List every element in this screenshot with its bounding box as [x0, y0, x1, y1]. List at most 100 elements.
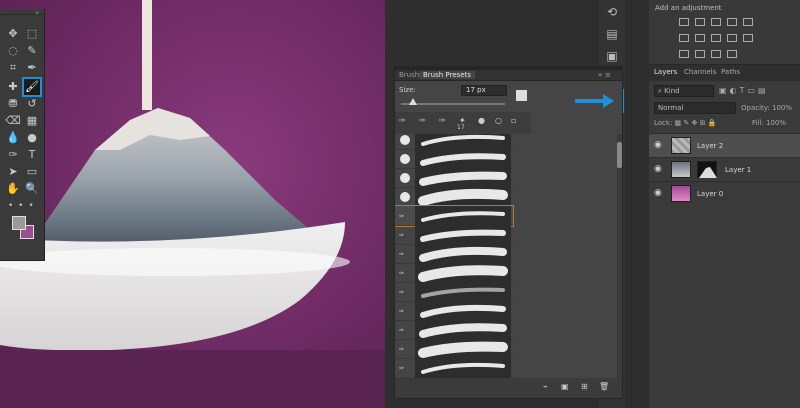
- panel-menu-icon[interactable]: ≡: [601, 71, 615, 79]
- square-brush-icon[interactable]: ▫: [511, 116, 516, 125]
- brush-preset-row[interactable]: ✑: [395, 282, 513, 302]
- scrollbar-thumb[interactable]: [617, 142, 622, 168]
- type-icon[interactable]: T: [24, 147, 40, 163]
- brush-preset-row[interactable]: ✑: [395, 320, 513, 340]
- layer-row-0[interactable]: ◉ Layer 0: [649, 181, 800, 205]
- vibrance-icon[interactable]: [743, 18, 753, 26]
- channel-mixer-icon[interactable]: [743, 34, 753, 42]
- blur-icon[interactable]: 💧: [5, 130, 21, 146]
- quick-select-icon[interactable]: ✎: [24, 43, 40, 59]
- brush-icon[interactable]: 🖌: [22, 77, 42, 97]
- crop-icon[interactable]: ⌗: [5, 60, 21, 76]
- brush-tip-icon[interactable]: ✑: [399, 116, 406, 125]
- foreground-color-swatch[interactable]: [12, 216, 26, 230]
- new-preset-button[interactable]: [516, 90, 527, 101]
- brush-stroke-preview: [415, 263, 511, 283]
- properties-icon[interactable]: ▤: [604, 26, 620, 42]
- more-tools-icon[interactable]: • • •: [8, 201, 35, 211]
- move-icon[interactable]: ✥: [5, 26, 21, 42]
- brush-tip-icon[interactable]: ✑: [439, 116, 446, 125]
- kind-label: Kind: [664, 87, 680, 95]
- healing-icon[interactable]: ✚: [5, 79, 21, 95]
- visibility-eye-icon[interactable]: ◉: [654, 140, 662, 150]
- layer-thumbnail: [671, 137, 691, 154]
- brush-preset-row[interactable]: [395, 168, 513, 188]
- new-brush-icon[interactable]: ⊞: [581, 382, 588, 391]
- delete-brush-icon[interactable]: 🗑: [599, 382, 609, 391]
- photoshop-window: » ✥⬚◌✎⌗✒✚🖌⛃↺⌫▦💧●✑T➤▭✋🔍 • • • ⟲ ▤ ▣ ⚟ ≋ ⎘…: [0, 0, 800, 408]
- levels-icon[interactable]: [695, 18, 705, 26]
- fill-control[interactable]: Fill: 100%: [752, 119, 786, 127]
- eyedropper-icon[interactable]: ✒: [24, 60, 40, 76]
- layer-thumbnail: [671, 161, 691, 178]
- layer-row-1[interactable]: ◉ Layer 1: [649, 157, 800, 181]
- history-brush-icon[interactable]: ↺: [24, 96, 40, 112]
- pen-icon[interactable]: ✑: [5, 147, 21, 163]
- brush-settings-button-icon[interactable]: ▣: [561, 382, 569, 391]
- round-brush-icon[interactable]: ○: [495, 116, 502, 125]
- history-icon[interactable]: ⟲: [604, 4, 620, 20]
- hand-icon[interactable]: ✋: [5, 181, 21, 197]
- brush-preset-row[interactable]: [395, 187, 513, 207]
- tab-layers[interactable]: Layers: [654, 68, 677, 76]
- preset-scrollbar[interactable]: [617, 134, 622, 378]
- kind-filter-select[interactable]: ⌕ Kind: [654, 85, 714, 97]
- layer-name[interactable]: Layer 0: [697, 190, 723, 198]
- eraser-icon[interactable]: ⌫: [5, 113, 21, 129]
- posterize-icon[interactable]: [695, 50, 705, 58]
- collapse-panel-icon[interactable]: »: [598, 71, 602, 79]
- zoom-icon[interactable]: 🔍: [24, 181, 40, 197]
- path-select-icon[interactable]: ➤: [5, 164, 21, 180]
- brush-tip-icon[interactable]: ✑: [419, 116, 426, 125]
- tab-brush-presets[interactable]: Brush Presets: [419, 71, 475, 79]
- invert-icon[interactable]: [679, 50, 689, 58]
- photo-filter-icon[interactable]: [727, 34, 737, 42]
- libraries-icon[interactable]: ▣: [604, 48, 620, 64]
- brush-tip-icon: [400, 173, 410, 183]
- hue-sat-icon[interactable]: [679, 34, 689, 42]
- lasso-icon[interactable]: ◌: [5, 43, 21, 59]
- size-input[interactable]: 17 px: [461, 85, 507, 96]
- brightness-icon[interactable]: [679, 18, 689, 26]
- document-canvas[interactable]: » ✥ ⬚ ◌ ✎ ⌗ ✒ ✚ 🖌 ⛃ ↺ ⌫ ▦ 💧 ● ✑ T ➤ ▭ ✋ 🔍 • • •: [0, 0, 385, 408]
- size-slider-knob[interactable]: [409, 98, 417, 105]
- clone-stamp-icon[interactable]: ⛃: [5, 96, 21, 112]
- color-balance-icon[interactable]: [695, 34, 705, 42]
- layer-name[interactable]: Layer 2: [697, 142, 723, 150]
- curves-icon[interactable]: [711, 18, 721, 26]
- layer-mask-thumbnail[interactable]: [697, 161, 717, 178]
- lock-controls[interactable]: Lock: ▦ ✎ ✥ ⊞ 🔒: [654, 119, 716, 127]
- brush-preset-row[interactable]: ✑: [395, 225, 513, 245]
- toggle-brush-icon[interactable]: ⌁: [543, 382, 548, 391]
- brush-preset-list[interactable]: ✑ ✑ ✑ ✑ ✑ ✑ ✑ ✑ ✑: [395, 134, 515, 378]
- gradient-map-icon[interactable]: [727, 50, 737, 58]
- brush-preset-row[interactable]: ✑: [395, 263, 513, 283]
- brush-preset-row[interactable]: ✑: [395, 205, 514, 227]
- exposure-icon[interactable]: [727, 18, 737, 26]
- tab-channels[interactable]: Channels: [684, 68, 716, 76]
- opacity-label: Opacity:: [741, 104, 770, 112]
- dodge-icon[interactable]: ●: [24, 130, 40, 146]
- round-brush-icon[interactable]: ●: [478, 116, 485, 125]
- bw-icon[interactable]: [711, 34, 721, 42]
- marquee-icon[interactable]: ⬚: [24, 26, 40, 42]
- brush-preset-row[interactable]: ✑: [395, 244, 513, 264]
- brush-preset-row[interactable]: [395, 149, 513, 169]
- tab-paths[interactable]: Paths: [721, 68, 740, 76]
- visibility-eye-icon[interactable]: ◉: [654, 164, 662, 174]
- visibility-eye-icon[interactable]: ◉: [654, 188, 662, 198]
- collapse-icon[interactable]: »: [35, 9, 39, 17]
- gradient-icon[interactable]: ▦: [24, 113, 40, 129]
- opacity-control[interactable]: Opacity: 100%: [741, 104, 792, 112]
- layer-row-2[interactable]: ◉ Layer 2: [649, 133, 800, 157]
- layer-thumbnail: [671, 185, 691, 202]
- threshold-icon[interactable]: [711, 50, 721, 58]
- brush-preset-row[interactable]: [395, 134, 513, 150]
- brush-preset-row[interactable]: ✑: [395, 339, 513, 359]
- blend-mode-select[interactable]: Normal: [654, 102, 736, 114]
- filter-icons[interactable]: ▣◐T▭▤: [719, 86, 769, 95]
- brush-preset-row[interactable]: ✑: [395, 301, 513, 321]
- layer-name[interactable]: Layer 1: [725, 166, 751, 174]
- rectangle-icon[interactable]: ▭: [24, 164, 40, 180]
- brush-preset-row[interactable]: ✑: [395, 358, 513, 378]
